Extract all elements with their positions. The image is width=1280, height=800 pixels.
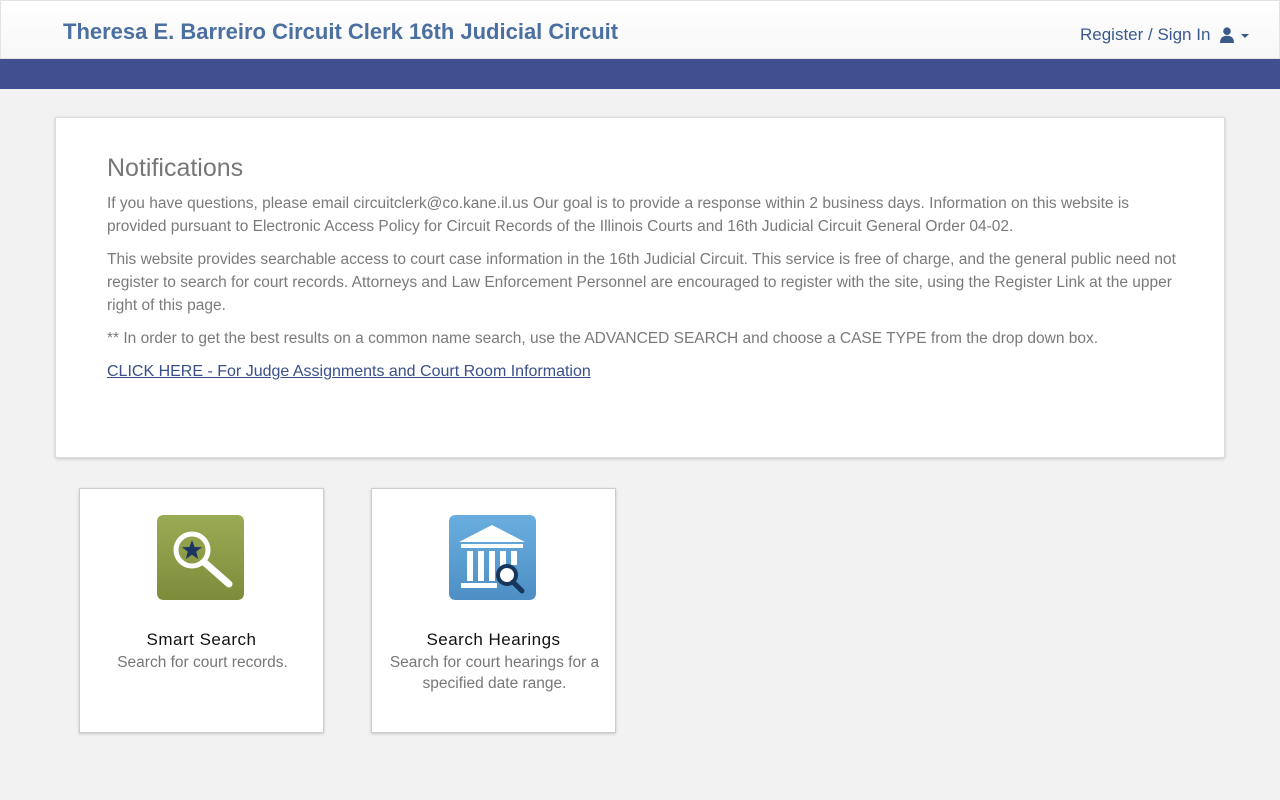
notifications-heading: Notifications	[107, 154, 244, 182]
chevron-down-icon	[1241, 34, 1250, 38]
notifications-body: If you have questions, please email circ…	[107, 192, 1177, 393]
smart-search-tile[interactable]: Smart Search Search for court records.	[79, 488, 324, 733]
notifications-panel: Notifications If you have questions, ple…	[55, 117, 1225, 458]
search-hearings-title: Search Hearings	[426, 630, 561, 649]
smart-search-description: Search for court records.	[117, 654, 288, 671]
smart-search-title: Smart Search	[146, 630, 257, 649]
judge-assignments-link[interactable]: CLICK HERE - For Judge Assignments and C…	[107, 363, 591, 380]
signin-label: Register / Sign In	[1080, 25, 1211, 44]
notification-paragraph: If you have questions, please email circ…	[107, 195, 1130, 235]
user-icon	[1220, 27, 1235, 43]
register-signin-menu[interactable]: Register / Sign In	[1080, 25, 1250, 45]
notification-paragraph: This website provides searchable access …	[107, 251, 1176, 314]
top-navbar: Theresa E. Barreiro Circuit Clerk 16th J…	[0, 0, 1280, 59]
notification-paragraph: ** In order to get the best results on a…	[107, 330, 1099, 347]
search-hearings-tile[interactable]: Search Hearings Search for court hearing…	[371, 488, 616, 733]
search-hearings-description: Search for court hearings for a specifie…	[389, 654, 600, 692]
header-accent-bar	[0, 59, 1280, 89]
magnifier-star-icon	[157, 515, 244, 600]
courthouse-search-icon	[449, 515, 536, 600]
site-title[interactable]: Theresa E. Barreiro Circuit Clerk 16th J…	[63, 19, 618, 45]
